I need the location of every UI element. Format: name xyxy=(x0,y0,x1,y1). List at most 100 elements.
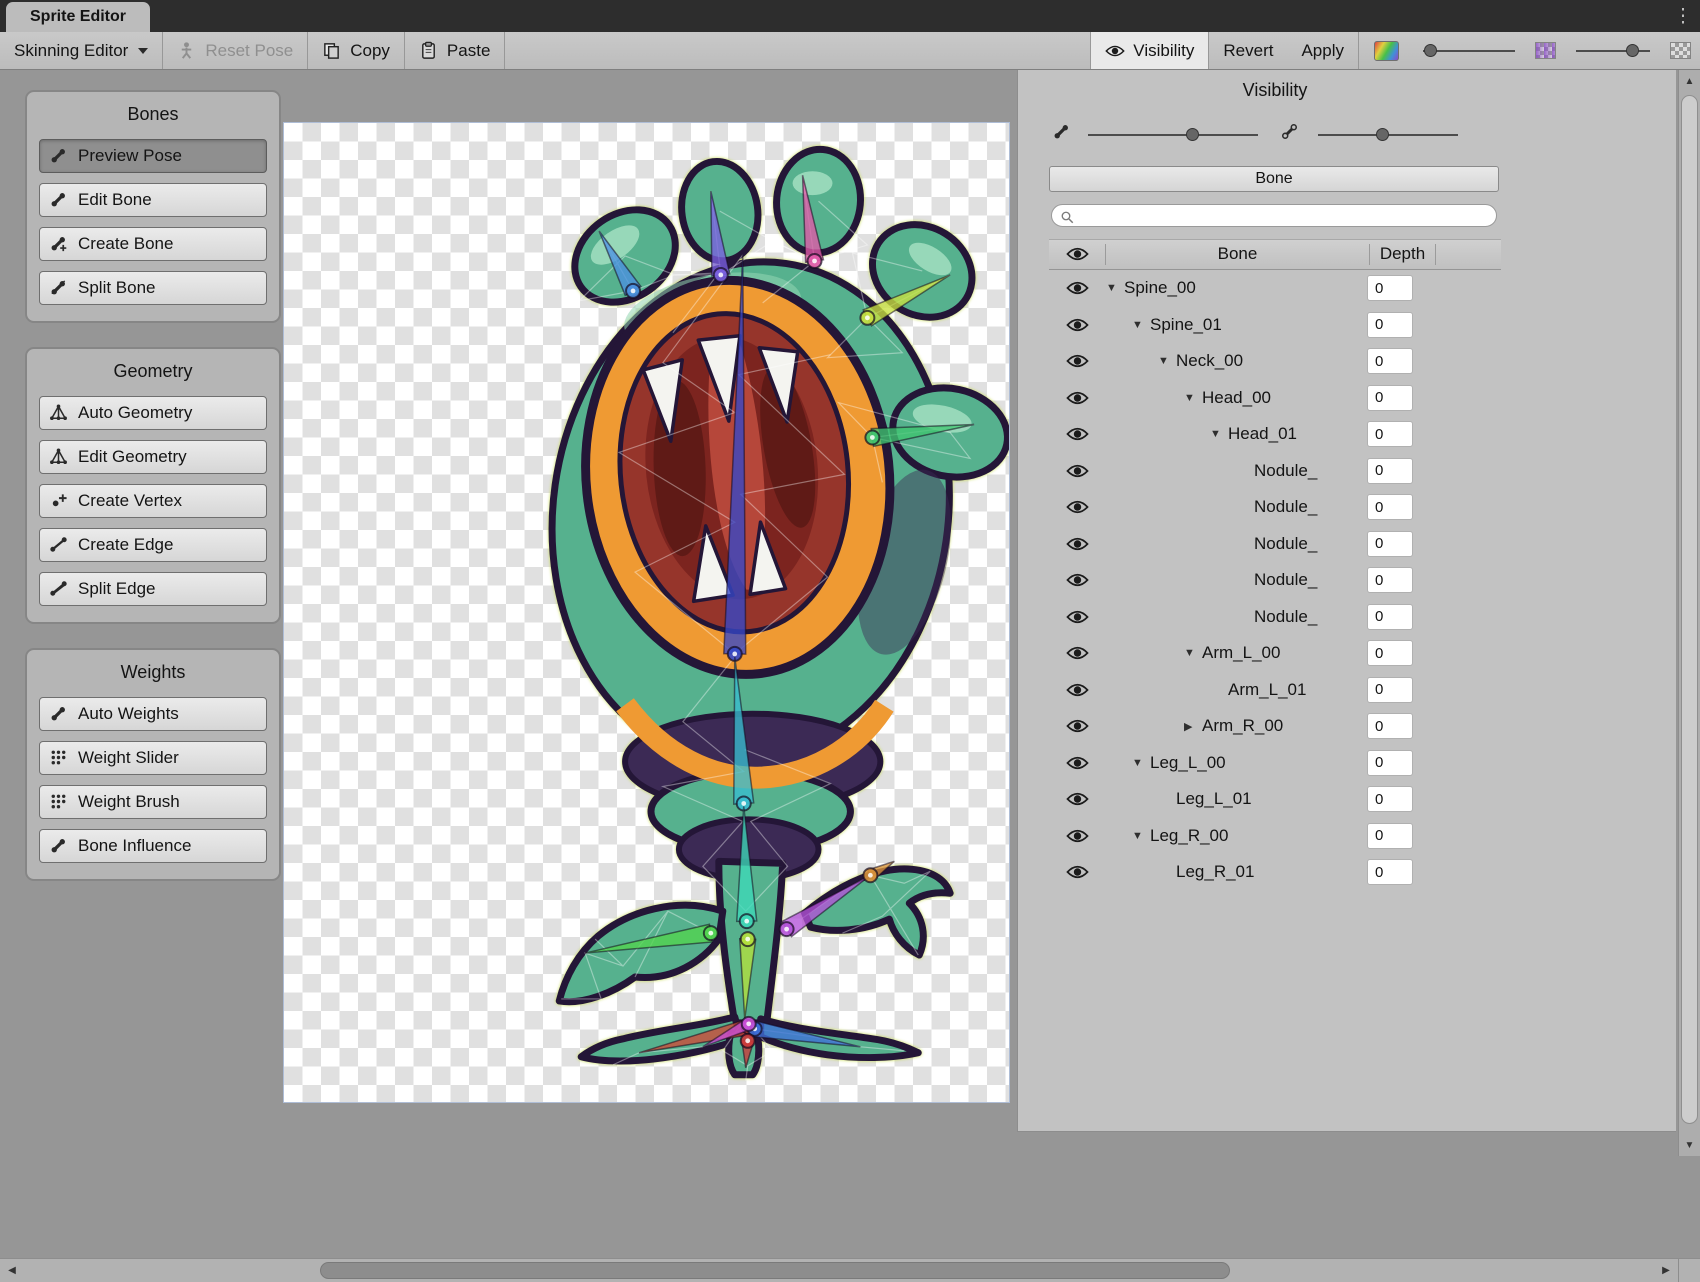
bone-row[interactable]: ▼Arm_L_00 xyxy=(1049,635,1501,672)
visibility-eye-icon[interactable] xyxy=(1049,791,1106,807)
visibility-eye-icon[interactable] xyxy=(1049,609,1106,625)
create-vertex-button[interactable]: Create Vertex xyxy=(39,484,267,518)
column-header-bone[interactable]: Bone xyxy=(1106,244,1370,264)
visibility-eye-icon[interactable] xyxy=(1049,426,1106,442)
depth-input[interactable] xyxy=(1367,750,1413,776)
edit-geometry-button[interactable]: Edit Geometry xyxy=(39,440,267,474)
copy-button[interactable]: Copy xyxy=(308,32,404,69)
auto-geometry-button[interactable]: Auto Geometry xyxy=(39,396,267,430)
horizontal-scrollbar[interactable]: ◀ ▶ xyxy=(0,1258,1700,1282)
depth-input[interactable] xyxy=(1367,786,1413,812)
preview-pose-button[interactable]: Preview Pose xyxy=(39,139,267,173)
visibility-eye-icon[interactable] xyxy=(1049,463,1106,479)
depth-input[interactable] xyxy=(1367,823,1413,849)
visibility-eye-icon[interactable] xyxy=(1049,864,1106,880)
bone-row[interactable]: Nodule_ xyxy=(1049,526,1501,563)
reset-pose-button[interactable]: Reset Pose xyxy=(163,32,307,69)
bone-row[interactable]: ▼Neck_00 xyxy=(1049,343,1501,380)
visibility-eye-icon[interactable] xyxy=(1049,682,1106,698)
depth-input[interactable] xyxy=(1367,494,1413,520)
visibility-eye-icon[interactable] xyxy=(1049,572,1106,588)
depth-input[interactable] xyxy=(1367,421,1413,447)
create-bone-button[interactable]: Create Bone xyxy=(39,227,267,261)
depth-input[interactable] xyxy=(1367,640,1413,666)
toolbar-alpha-slider[interactable] xyxy=(1576,44,1650,58)
tab-sprite-editor[interactable]: Sprite Editor xyxy=(6,2,150,32)
window-menu-icon[interactable]: ⋮ xyxy=(1670,3,1696,29)
bone-row[interactable]: ▼Head_00 xyxy=(1049,380,1501,417)
depth-input[interactable] xyxy=(1367,713,1413,739)
slider-handle[interactable] xyxy=(1376,128,1389,141)
search-input[interactable] xyxy=(1080,207,1488,225)
bone-row[interactable]: ▼Leg_R_00 xyxy=(1049,818,1501,855)
split-bone-button[interactable]: Split Bone xyxy=(39,271,267,305)
bone-row[interactable]: Arm_L_01 xyxy=(1049,672,1501,709)
alpha-purple-icon[interactable] xyxy=(1535,42,1556,59)
expander-down-icon[interactable]: ▼ xyxy=(1132,757,1150,769)
visibility-eye-icon[interactable] xyxy=(1049,536,1106,552)
visibility-eye-icon[interactable] xyxy=(1049,499,1106,515)
visibility-eye-icon[interactable] xyxy=(1049,280,1106,296)
bone-tab-button[interactable]: Bone xyxy=(1049,166,1499,192)
depth-input[interactable] xyxy=(1367,458,1413,484)
visibility-toggle-button[interactable]: Visibility xyxy=(1090,32,1209,69)
split-edge-button[interactable]: Split Edge xyxy=(39,572,267,606)
visibility-eye-icon[interactable] xyxy=(1049,645,1106,661)
bone-row[interactable]: ▼Spine_01 xyxy=(1049,307,1501,344)
bone-row[interactable]: ▶Arm_R_00 xyxy=(1049,708,1501,745)
expander-down-icon[interactable]: ▼ xyxy=(1210,428,1228,440)
visibility-eye-icon[interactable] xyxy=(1049,718,1106,734)
expander-down-icon[interactable]: ▼ xyxy=(1184,392,1202,404)
scroll-up-icon[interactable]: ▲ xyxy=(1679,70,1700,92)
expander-down-icon[interactable]: ▼ xyxy=(1158,355,1176,367)
bone-row[interactable]: ▼Head_01 xyxy=(1049,416,1501,453)
visibility-eye-icon[interactable] xyxy=(1049,755,1106,771)
column-header-depth[interactable]: Depth xyxy=(1370,244,1436,264)
bone-opacity-slider[interactable] xyxy=(1088,128,1258,142)
auto-weights-button[interactable]: Auto Weights xyxy=(39,697,267,731)
bone-row[interactable]: Nodule_ xyxy=(1049,489,1501,526)
depth-input[interactable] xyxy=(1367,677,1413,703)
slider-handle[interactable] xyxy=(1424,44,1437,57)
expander-down-icon[interactable]: ▼ xyxy=(1184,647,1202,659)
bone-row[interactable]: ▼Leg_L_00 xyxy=(1049,745,1501,782)
depth-input[interactable] xyxy=(1367,275,1413,301)
weight-brush-button[interactable]: Weight Brush xyxy=(39,785,267,819)
scroll-down-icon[interactable]: ▼ xyxy=(1679,1134,1700,1156)
bone-row[interactable]: Nodule_ xyxy=(1049,599,1501,636)
bone-row[interactable]: Leg_L_01 xyxy=(1049,781,1501,818)
depth-input[interactable] xyxy=(1367,531,1413,557)
slider-handle[interactable] xyxy=(1186,128,1199,141)
bone-row[interactable]: Nodule_ xyxy=(1049,453,1501,490)
depth-input[interactable] xyxy=(1367,604,1413,630)
expander-down-icon[interactable]: ▼ xyxy=(1132,319,1150,331)
color-swatch-icon[interactable] xyxy=(1374,41,1399,61)
depth-input[interactable] xyxy=(1367,312,1413,338)
visibility-eye-icon[interactable] xyxy=(1049,317,1106,333)
apply-button[interactable]: Apply xyxy=(1287,32,1358,69)
scroll-left-icon[interactable]: ◀ xyxy=(0,1259,24,1282)
bone-row[interactable]: Nodule_ xyxy=(1049,562,1501,599)
bone-row[interactable]: ▼Spine_00 xyxy=(1049,270,1501,307)
edit-bone-button[interactable]: Edit Bone xyxy=(39,183,267,217)
visibility-eye-icon[interactable] xyxy=(1049,353,1106,369)
paste-button[interactable]: Paste xyxy=(405,32,504,69)
weight-slider-button[interactable]: Weight Slider xyxy=(39,741,267,775)
horizontal-scroll-thumb[interactable] xyxy=(320,1262,1230,1279)
depth-input[interactable] xyxy=(1367,348,1413,374)
expander-right-icon[interactable]: ▶ xyxy=(1184,720,1202,733)
depth-input[interactable] xyxy=(1367,385,1413,411)
visibility-eye-icon[interactable] xyxy=(1049,828,1106,844)
scroll-right-icon[interactable]: ▶ xyxy=(1654,1259,1678,1282)
depth-input[interactable] xyxy=(1367,567,1413,593)
bone-row[interactable]: Leg_R_01 xyxy=(1049,854,1501,891)
vertical-scrollbar[interactable]: ▲ ▼ xyxy=(1678,70,1700,1156)
vertical-scroll-thumb[interactable] xyxy=(1681,95,1698,1124)
create-edge-button[interactable]: Create Edge xyxy=(39,528,267,562)
revert-button[interactable]: Revert xyxy=(1209,32,1287,69)
alpha-checker-icon[interactable] xyxy=(1670,42,1691,59)
depth-input[interactable] xyxy=(1367,859,1413,885)
bone-influence-button[interactable]: Bone Influence xyxy=(39,829,267,863)
visibility-eye-icon[interactable] xyxy=(1049,390,1106,406)
expander-down-icon[interactable]: ▼ xyxy=(1132,830,1150,842)
